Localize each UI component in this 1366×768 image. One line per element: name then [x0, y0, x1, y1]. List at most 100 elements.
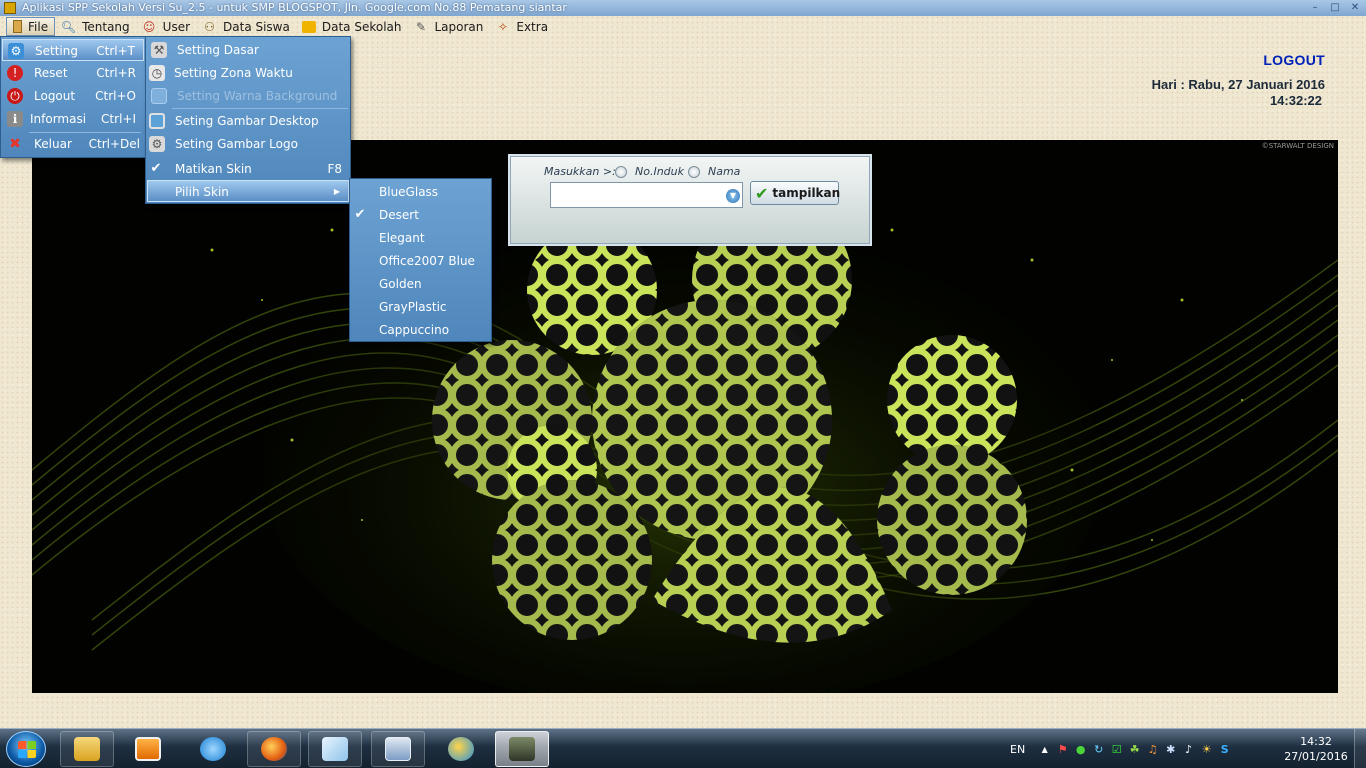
logout-link[interactable]: LOGOUT	[1263, 52, 1325, 68]
taskbar-globe[interactable]	[434, 731, 488, 767]
file-menu-shortcut: Ctrl+R	[96, 66, 136, 80]
skin-item-office2007-blue[interactable]: Office2007 Blue	[350, 250, 491, 272]
radio-nama[interactable]	[688, 166, 700, 178]
file-menu-item-keluar[interactable]: ✖ Keluar Ctrl+Del	[2, 133, 144, 155]
firefox-icon	[261, 737, 287, 761]
setting-menu-item-gambar-desktop[interactable]: Seting Gambar Desktop	[146, 110, 350, 132]
skin-item-label: Elegant	[379, 231, 425, 245]
setting-menu-item-label: Setting Warna Background	[177, 89, 338, 103]
show-desktop-button[interactable]	[1354, 729, 1366, 768]
network-status-icon[interactable]: ●	[1074, 743, 1087, 756]
menu-extra[interactable]: ✧ Extra	[489, 17, 554, 36]
skin-item-grayplastic[interactable]: GrayPlastic	[350, 296, 491, 318]
action-center-icon[interactable]: ⚑	[1056, 743, 1069, 756]
skype-icon[interactable]: S	[1218, 743, 1231, 756]
spp-app-icon	[509, 737, 535, 761]
taskbar-media-player[interactable]	[121, 731, 175, 767]
menu-file[interactable]: File	[6, 17, 56, 36]
skin-item-label: Office2007 Blue	[379, 254, 475, 268]
file-menu-item-label: Keluar	[34, 137, 72, 151]
clock-date: 27/01/2016	[1284, 750, 1348, 763]
language-indicator[interactable]: EN	[1010, 743, 1025, 756]
menu-data-sekolah[interactable]: Data Sekolah	[296, 17, 408, 36]
sync-icon[interactable]: ↻	[1092, 743, 1105, 756]
chevron-down-icon[interactable]: ▼	[726, 189, 740, 203]
skin-item-label: Golden	[379, 277, 422, 291]
security-check-icon[interactable]: ☑	[1110, 743, 1123, 756]
menu-data-sekolah-label: Data Sekolah	[321, 19, 402, 34]
skin-item-golden[interactable]: Golden	[350, 273, 491, 295]
show-hidden-icons-icon[interactable]: ▲	[1038, 743, 1051, 756]
skin-submenu: BlueGlass ✔ Desert Elegant Office2007 Bl…	[349, 178, 492, 342]
date-label: Hari : Rabu, 27 Januari 2016	[1151, 77, 1325, 92]
power-tray-icon[interactable]: ☀	[1200, 743, 1213, 756]
tools-icon: ⚒	[151, 42, 167, 58]
file-menu-item-informasi[interactable]: ℹ Informasi Ctrl+I	[2, 108, 144, 130]
file-menu-shortcut: Ctrl+T	[96, 44, 135, 58]
taskbar-clock[interactable]: 14:32 27/01/2016	[1283, 734, 1349, 764]
skin-item-label: Desert	[379, 208, 419, 222]
search-panel: Masukkan >: No.Induk Nama ▼ ✔ tampilkan	[510, 156, 870, 244]
title-bar: Aplikasi SPP Sekolah Versi Su_2.5 - untu…	[0, 0, 1366, 16]
taskbar-notes[interactable]	[308, 731, 362, 767]
system-tray: EN ▲ ⚑ ● ↻ ☑ ☘ ♫ ✱ ♪ ☀ S	[1010, 729, 1231, 768]
search-prompt-label: Masukkan >:	[544, 165, 616, 178]
pen-icon: ✎	[415, 19, 427, 34]
setting-menu-item-setting-dasar[interactable]: ⚒ Setting Dasar	[146, 39, 350, 61]
radio-no-induk[interactable]	[615, 166, 627, 178]
vb-app-icon	[385, 737, 411, 761]
setting-submenu: ⚒ Setting Dasar ◷ Setting Zona Waktu Set…	[145, 36, 351, 204]
setting-menu-item-zona-waktu[interactable]: ◷ Setting Zona Waktu	[146, 62, 350, 84]
taskbar-vb-app[interactable]	[371, 731, 425, 767]
skin-item-cappuccino[interactable]: Cappuccino	[350, 319, 491, 341]
skin-item-desert[interactable]: ✔ Desert	[350, 204, 491, 226]
monitor-icon	[151, 88, 167, 104]
search-combobox[interactable]: ▼	[550, 182, 743, 208]
bluetooth-icon[interactable]: ✱	[1164, 743, 1177, 756]
menu-laporan[interactable]: ✎ Laporan	[407, 17, 489, 36]
skin-item-elegant[interactable]: Elegant	[350, 227, 491, 249]
reset-icon: !	[7, 65, 23, 81]
menu-data-siswa[interactable]: ⚇ Data Siswa	[196, 17, 296, 36]
menu-user[interactable]: ☺ User	[136, 17, 196, 36]
taskbar-explorer[interactable]	[60, 731, 114, 767]
app-icon	[4, 2, 16, 14]
maximize-icon[interactable]: □	[1328, 2, 1342, 14]
minimize-icon[interactable]: –	[1308, 2, 1322, 14]
setting-menu-item-label: Setting Dasar	[177, 43, 259, 57]
menu-file-label: File	[28, 19, 49, 34]
logo-icon: ⚙	[149, 136, 165, 152]
media-tray-icon[interactable]: ♫	[1146, 743, 1159, 756]
file-menu-shortcut: Ctrl+I	[101, 112, 136, 126]
menu-laporan-label: Laporan	[434, 19, 484, 34]
setting-menu-item-pilih-skin[interactable]: Pilih Skin ▶	[147, 180, 349, 202]
close-icon[interactable]: ✕	[1348, 2, 1362, 14]
file-menu-item-logout[interactable]: ⏻ Logout Ctrl+O	[2, 85, 144, 107]
show-button-label: tampilkan	[772, 186, 841, 200]
file-menu-item-reset[interactable]: ! Reset Ctrl+R	[2, 62, 144, 84]
taskbar-spp-app[interactable]	[495, 731, 549, 767]
file-menu-shortcut: Ctrl+O	[95, 89, 136, 103]
menu-extra-label: Extra	[516, 19, 549, 34]
file-menu-item-label: Logout	[34, 89, 76, 103]
start-button[interactable]	[6, 731, 46, 767]
wand-icon: ✧	[497, 19, 508, 34]
folder-icon	[301, 20, 316, 33]
menu-user-label: User	[162, 19, 191, 34]
skin-item-label: BlueGlass	[379, 185, 439, 199]
taskbar-firefox[interactable]	[247, 731, 301, 767]
file-menu-item-setting[interactable]: ⚙ Setting Ctrl+T	[2, 39, 144, 61]
taskbar: EN ▲ ⚑ ● ↻ ☑ ☘ ♫ ✱ ♪ ☀ S 14:32 27/01/201…	[0, 728, 1366, 768]
menu-tentang[interactable]: 🔍︎ Tentang	[55, 17, 136, 36]
skin-item-blueglass[interactable]: BlueGlass	[350, 181, 491, 203]
wallpaper-credit: ©STARWALT DESIGN	[1261, 142, 1334, 150]
setting-menu-item-matikan-skin[interactable]: ✔ Matikan Skin F8	[146, 158, 350, 180]
globe-icon	[448, 737, 474, 761]
setting-menu-item-gambar-logo[interactable]: ⚙ Seting Gambar Logo	[146, 133, 350, 155]
volume-icon[interactable]: ♪	[1182, 743, 1195, 756]
show-button[interactable]: ✔ tampilkan	[750, 181, 841, 205]
clock-time: 14:32	[1300, 735, 1332, 748]
user-icon: ☺	[142, 19, 156, 34]
tray-app-icon[interactable]: ☘	[1128, 743, 1141, 756]
taskbar-internet-explorer[interactable]	[186, 731, 240, 767]
